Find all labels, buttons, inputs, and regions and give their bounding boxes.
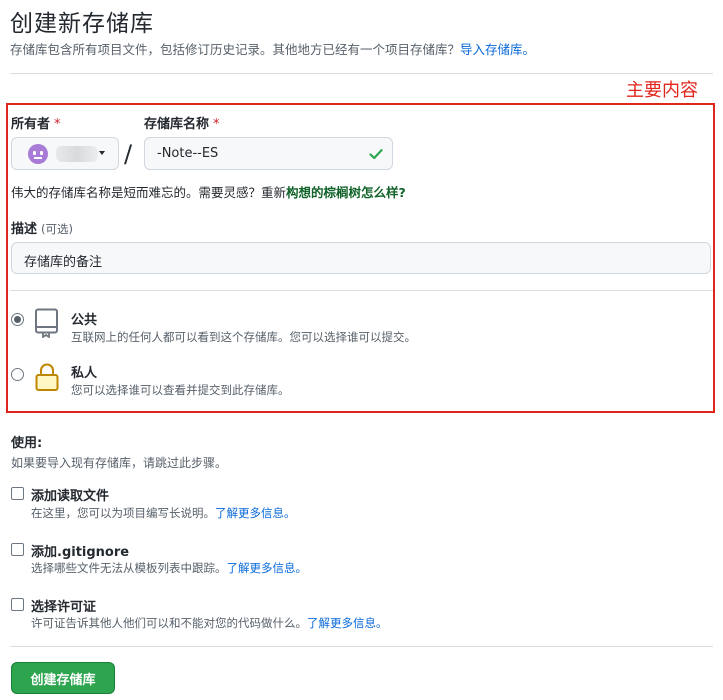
repo-name-required-mark: * [213, 117, 220, 132]
owner-name-redacted [56, 146, 98, 162]
description-input[interactable]: 存储库的备注 [11, 242, 711, 274]
visibility-private-title: 私人 [71, 366, 98, 381]
add-gitignore-desc: 选择哪些文件无法从模板列表中跟踪。了解更多信息。 [31, 560, 307, 576]
repo-name-value[interactable]: -Note--ES [157, 146, 218, 161]
annotation-label: 主要内容 [626, 80, 698, 101]
section-divider [10, 290, 713, 291]
description-label-text: 描述 [11, 222, 38, 237]
owner-required-mark: * [54, 117, 61, 132]
repo-name-input[interactable]: -Note--ES [144, 137, 393, 170]
chevron-down-icon [99, 151, 105, 155]
repo-name-hint: 伟大的存储库名称是短而难忘的。需要灵感？重新构想的棕榈树怎么样? [11, 182, 406, 201]
choose-license-title[interactable]: 选择许可证 [31, 596, 96, 615]
page-subtitle: 存储库包含所有项目文件，包括修订历史记录。其他地方已经有一个项目存储库？导入存储… [10, 39, 535, 58]
choose-license-checkbox[interactable] [11, 598, 24, 611]
init-section-title: 使用: [11, 436, 43, 451]
repo-name-label: 存储库名称 * [144, 113, 220, 132]
owner-name-separator: / [124, 140, 133, 168]
repo-name-label-text: 存储库名称 [144, 117, 210, 132]
visibility-public-desc: 互联网上的任何人都可以看到这个存储库。您可以选择谁可以提交。 [71, 330, 416, 344]
check-icon [369, 149, 383, 160]
add-readme-title[interactable]: 添加读取文件 [31, 485, 109, 504]
choose-license-desc-text: 许可证告诉其他人他们可以和不能对您的代码做什么。 [31, 616, 307, 630]
avatar [28, 144, 48, 164]
create-repository-button[interactable]: 创建存储库 [11, 662, 115, 694]
description-label: 描述 (可选) [11, 218, 73, 237]
visibility-public-title: 公共 [71, 313, 98, 328]
add-readme-checkbox[interactable] [11, 487, 24, 500]
choose-license-learn-more-link[interactable]: 了解更多信息。 [307, 616, 388, 630]
add-readme-desc-text: 在这里，您可以为项目编写长说明。 [31, 506, 215, 520]
add-gitignore-checkbox[interactable] [11, 543, 24, 556]
description-value[interactable]: 存储库的备注 [24, 251, 102, 270]
visibility-private-desc: 您可以选择谁可以查看并提交到此存储库。 [71, 383, 290, 397]
visibility-public-radio[interactable] [11, 313, 24, 326]
owner-label: 所有者 * [11, 113, 61, 132]
add-gitignore-desc-text: 选择哪些文件无法从模板列表中跟踪。 [31, 561, 227, 575]
name-suggestion-link[interactable]: 构想的棕榈树怎么样? [286, 185, 406, 200]
owner-select[interactable] [11, 137, 119, 170]
repo-book-icon [35, 308, 58, 338]
header-divider [10, 73, 713, 74]
add-readme-learn-more-link[interactable]: 了解更多信息。 [215, 506, 296, 520]
hint-text: 伟大的存储库名称是短而难忘的。需要灵感？重新 [11, 185, 287, 200]
subtitle-text: 存储库包含所有项目文件，包括修订历史记录。其他地方已经有一个项目存储库？ [10, 42, 461, 57]
init-section-desc: 如果要导入现有存储库，请跳过此步骤。 [11, 456, 228, 470]
visibility-private-radio[interactable] [11, 368, 24, 381]
footer-divider [10, 646, 713, 647]
owner-label-text: 所有者 [11, 117, 51, 132]
choose-license-desc: 许可证告诉其他人他们可以和不能对您的代码做什么。了解更多信息。 [31, 615, 388, 631]
page-title: 创建新存储库 [10, 11, 154, 37]
add-readme-desc: 在这里，您可以为项目编写长说明。了解更多信息。 [31, 505, 296, 521]
add-gitignore-title[interactable]: 添加.gitignore [31, 541, 129, 560]
import-repository-link[interactable]: 导入存储库。 [460, 42, 535, 57]
description-optional: (可选) [41, 222, 73, 236]
add-gitignore-learn-more-link[interactable]: 了解更多信息。 [227, 561, 308, 575]
lock-icon [35, 363, 59, 391]
